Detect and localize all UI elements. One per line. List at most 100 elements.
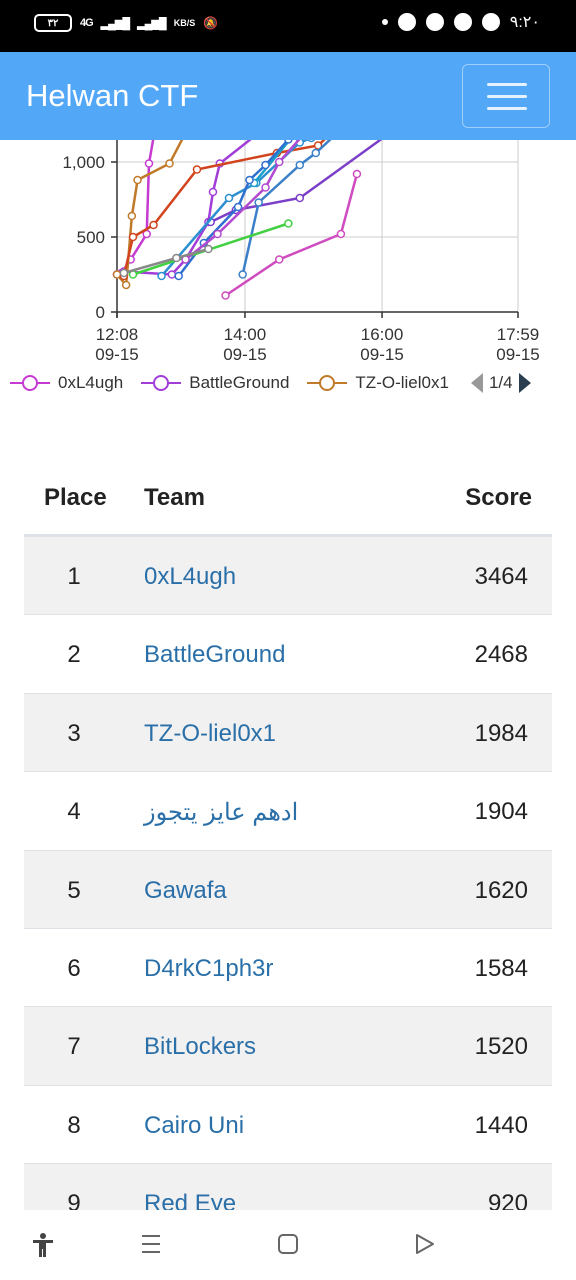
score-cell: 1620 — [474, 876, 528, 904]
accessibility-icon[interactable] — [32, 1232, 54, 1258]
recent-apps-icon[interactable] — [140, 1232, 162, 1256]
hamburger-line — [487, 83, 527, 86]
x-tick-label: 16:00 — [361, 325, 404, 344]
team-link[interactable]: BattleGround — [144, 641, 285, 669]
table-row: 6 D4rkC1ph3r 1584 — [24, 927, 552, 1006]
score-chart: 05001,0001,50012:0809-1514:0009-1516:000… — [0, 140, 576, 402]
top-navbar: Helwan CTF — [0, 52, 576, 140]
series-point — [133, 175, 142, 185]
x-tick-date: 09-15 — [95, 345, 138, 364]
series-point — [149, 220, 158, 230]
status-bar: ٣٢ 4G ▂▄▆█ ▂▄▆█ KB/S 🔕 ٩:٢٠ — [0, 0, 576, 52]
table-row: 7 BitLockers 1520 — [24, 1006, 552, 1085]
series-point — [208, 187, 218, 197]
dot-icon — [381, 19, 388, 25]
legend-prev-arrow-icon[interactable] — [470, 373, 483, 393]
place-cell: 1 — [67, 563, 81, 590]
legend-marker — [307, 375, 348, 391]
team-link[interactable]: 0xL4ugh — [144, 563, 236, 591]
legend-item[interactable]: 0xL4ugh — [10, 373, 123, 393]
brand-title[interactable]: Helwan CTF — [26, 78, 198, 114]
legend-marker — [141, 375, 182, 391]
series-line — [241, 140, 332, 275]
series-point — [238, 270, 247, 279]
series-point — [213, 229, 222, 239]
series-point — [174, 271, 183, 281]
whatsapp-icon — [453, 13, 472, 31]
team-link[interactable]: Gawafa — [144, 877, 227, 905]
legend-item[interactable]: TZ-O-liel0x1 — [307, 373, 449, 393]
back-icon[interactable] — [414, 1232, 436, 1256]
series-point — [144, 159, 154, 168]
snapchat-icon — [481, 13, 500, 31]
table-body: 1 0xL4ugh 3464 2 BattleGround 2468 3 TZ-O-liel0… — [24, 536, 552, 1242]
y-tick-label: 1,000 — [62, 153, 105, 172]
series-point — [284, 219, 293, 228]
series-point — [172, 253, 181, 263]
x-tick-label: 14:00 — [224, 325, 267, 344]
series-point — [245, 175, 254, 185]
team-link[interactable]: ادهم عايز يتجوز — [144, 798, 298, 827]
series-point — [295, 193, 305, 203]
legend-label: BattleGround — [189, 373, 290, 392]
team-link[interactable]: Cairo Uni — [144, 1112, 244, 1140]
series-point — [112, 270, 122, 279]
hamburger-line — [487, 107, 527, 110]
table-row: 5 Gawafa 1620 — [24, 849, 552, 928]
place-cell: 2 — [67, 641, 81, 669]
series-point — [165, 159, 174, 168]
score-cell: 3464 — [474, 563, 528, 590]
chart-legend: 0xL4ugh BattleGround TZ-O-liel0x1 1/4 — [0, 366, 576, 400]
hamburger-line — [487, 95, 527, 98]
x-tick-label: 17:59 — [497, 325, 540, 344]
team-link[interactable]: TZ-O-liel0x1 — [144, 720, 276, 748]
score-cell: 1904 — [474, 798, 528, 826]
legend-item[interactable]: BattleGround — [141, 373, 289, 393]
scoreboard-table: Place Team Score 1 0xL4ugh 3464 2 BattleGrou… — [24, 468, 552, 1242]
series-point — [204, 244, 213, 254]
legend-page: 1/4 — [488, 373, 513, 392]
series-point — [157, 271, 166, 281]
series-point — [127, 211, 137, 221]
place-cell: 5 — [67, 876, 81, 904]
clock: ٩:٢٠ — [509, 14, 540, 31]
series-point — [167, 270, 177, 279]
battery-icon: ٣٢ — [34, 14, 72, 32]
series-point — [295, 160, 305, 170]
table-row: 3 TZ-O-liel0x1 1984 — [24, 692, 552, 772]
legend-marker — [10, 375, 50, 391]
legend-pager: 1/4 — [470, 373, 531, 393]
x-tick-date: 09-15 — [223, 345, 266, 364]
score-cell: 1440 — [474, 1111, 528, 1139]
series-point — [311, 148, 321, 158]
menu-toggle-button[interactable] — [462, 64, 550, 128]
system-nav-bar — [0, 1210, 576, 1280]
signal-icon-2: ▂▄▆█ — [137, 17, 166, 30]
place-cell: 8 — [67, 1111, 81, 1139]
chart-svg: 05001,0001,50012:0809-1514:0009-1516:000… — [62, 140, 540, 364]
header-score: Score — [465, 484, 532, 511]
score-cell: 2468 — [474, 641, 528, 669]
team-link[interactable]: BitLockers — [144, 1033, 256, 1061]
net-speed: KB/S — [173, 18, 196, 28]
battery-level: ٣٢ — [47, 17, 59, 29]
telegram-icon — [425, 13, 444, 31]
score-cell: 1584 — [474, 954, 528, 982]
series-point — [254, 198, 263, 207]
legend-label: TZ-O-liel0x1 — [355, 373, 449, 392]
table-row: 1 0xL4ugh 3464 — [24, 536, 552, 615]
home-icon[interactable] — [277, 1232, 299, 1256]
legend-next-arrow-icon[interactable] — [518, 373, 531, 393]
header-place: Place — [44, 484, 107, 511]
series-point — [336, 229, 346, 239]
series-point — [128, 232, 138, 242]
bell-off-icon: 🔕 — [203, 16, 219, 30]
place-cell: 4 — [67, 798, 81, 826]
series-point — [261, 183, 270, 192]
table-row: 8 Cairo Uni 1440 — [24, 1084, 552, 1163]
series-point — [284, 140, 293, 144]
x-tick-label: 12:08 — [96, 325, 139, 344]
series-point — [261, 160, 270, 170]
legend-label: 0xL4ugh — [58, 373, 124, 392]
team-link[interactable]: D4rkC1ph3r — [144, 955, 273, 983]
